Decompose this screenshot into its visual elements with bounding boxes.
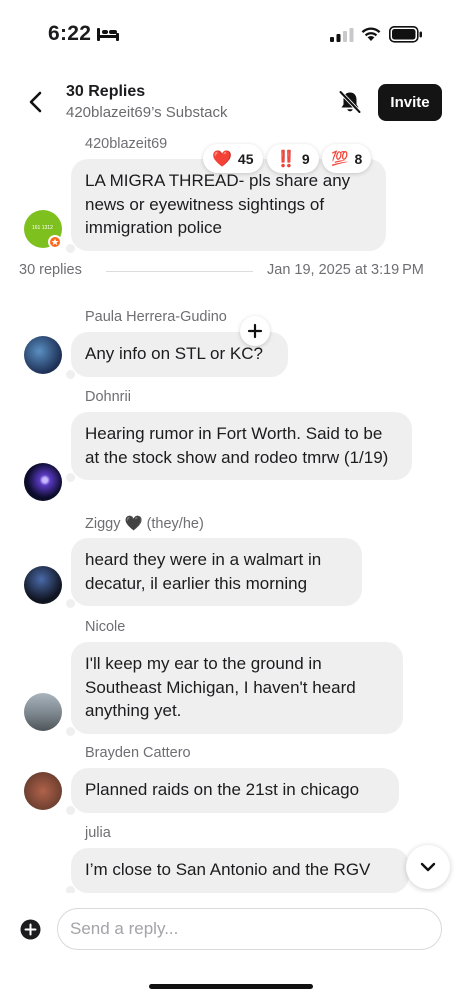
add-reaction-button[interactable] (240, 316, 270, 346)
reply-count: 30 replies (19, 262, 82, 278)
add-circle-icon[interactable] (20, 919, 41, 940)
avatar[interactable] (24, 772, 62, 810)
status-time: 6:22 (48, 22, 92, 45)
reaction-count: 45 (237, 150, 254, 167)
avatar-text: 161 1312 (32, 225, 53, 231)
reply-author[interactable]: Paula Herrera-Gudino (85, 309, 227, 325)
reply-message[interactable]: Hearing rumor in Fort Worth. Said to be … (66, 412, 412, 482)
battery-icon (389, 26, 422, 43)
reply-author[interactable]: Dohnrii (85, 389, 131, 405)
avatar[interactable] (24, 693, 62, 731)
subscriber-badge-icon (48, 235, 62, 249)
chevron-down-icon (420, 862, 436, 872)
op-author[interactable]: 420blazeit69 (85, 136, 167, 152)
reply-author[interactable]: julia (85, 825, 111, 841)
reaction-heart[interactable]: ❤️ 45 (203, 144, 263, 173)
reaction-double-exclamation[interactable]: ‼️ 9 (267, 144, 319, 173)
publication-name[interactable]: 420blazeit69’s Substack (66, 104, 228, 121)
double-exclamation-emoji-icon: ‼️ (276, 150, 296, 168)
reaction-count: 8 (354, 150, 363, 167)
reaction-count: 9 (301, 150, 310, 167)
hundred-emoji-icon: 💯 (331, 150, 349, 166)
scroll-to-bottom-button[interactable] (406, 845, 450, 889)
avatar[interactable] (24, 463, 62, 501)
reply-author[interactable]: Nicole (85, 619, 125, 635)
bed-icon (97, 28, 119, 41)
reply-input[interactable] (57, 908, 442, 950)
reply-message[interactable]: I’m close to San Antonio and the RGV (66, 848, 409, 894)
signal-icon (330, 28, 354, 42)
avatar[interactable] (24, 566, 62, 604)
reply-message[interactable]: Planned raids on the 21st in chicago (66, 768, 399, 814)
post-date: Jan 19, 2025 at 3:19 PM (267, 262, 424, 278)
back-chevron-icon[interactable] (22, 88, 50, 116)
reply-author[interactable]: Ziggy 🖤 (they/he) (85, 515, 204, 532)
divider (106, 271, 253, 272)
wifi-icon (361, 27, 381, 41)
thread-title: 30 Replies (66, 83, 146, 100)
invite-button[interactable]: Invite (378, 84, 442, 121)
reply-message[interactable]: I'll keep my ear to the ground in Southe… (66, 642, 403, 735)
home-indicator (149, 984, 313, 989)
avatar[interactable] (24, 336, 62, 374)
plus-icon (247, 323, 263, 339)
reply-message[interactable]: heard they were in a walmart in decatur,… (66, 538, 362, 608)
reaction-hundred[interactable]: 💯 8 (322, 144, 372, 173)
reply-author[interactable]: Brayden Cattero (85, 745, 191, 761)
bell-off-icon[interactable] (336, 88, 364, 116)
heart-emoji-icon: ❤️ (212, 150, 232, 168)
